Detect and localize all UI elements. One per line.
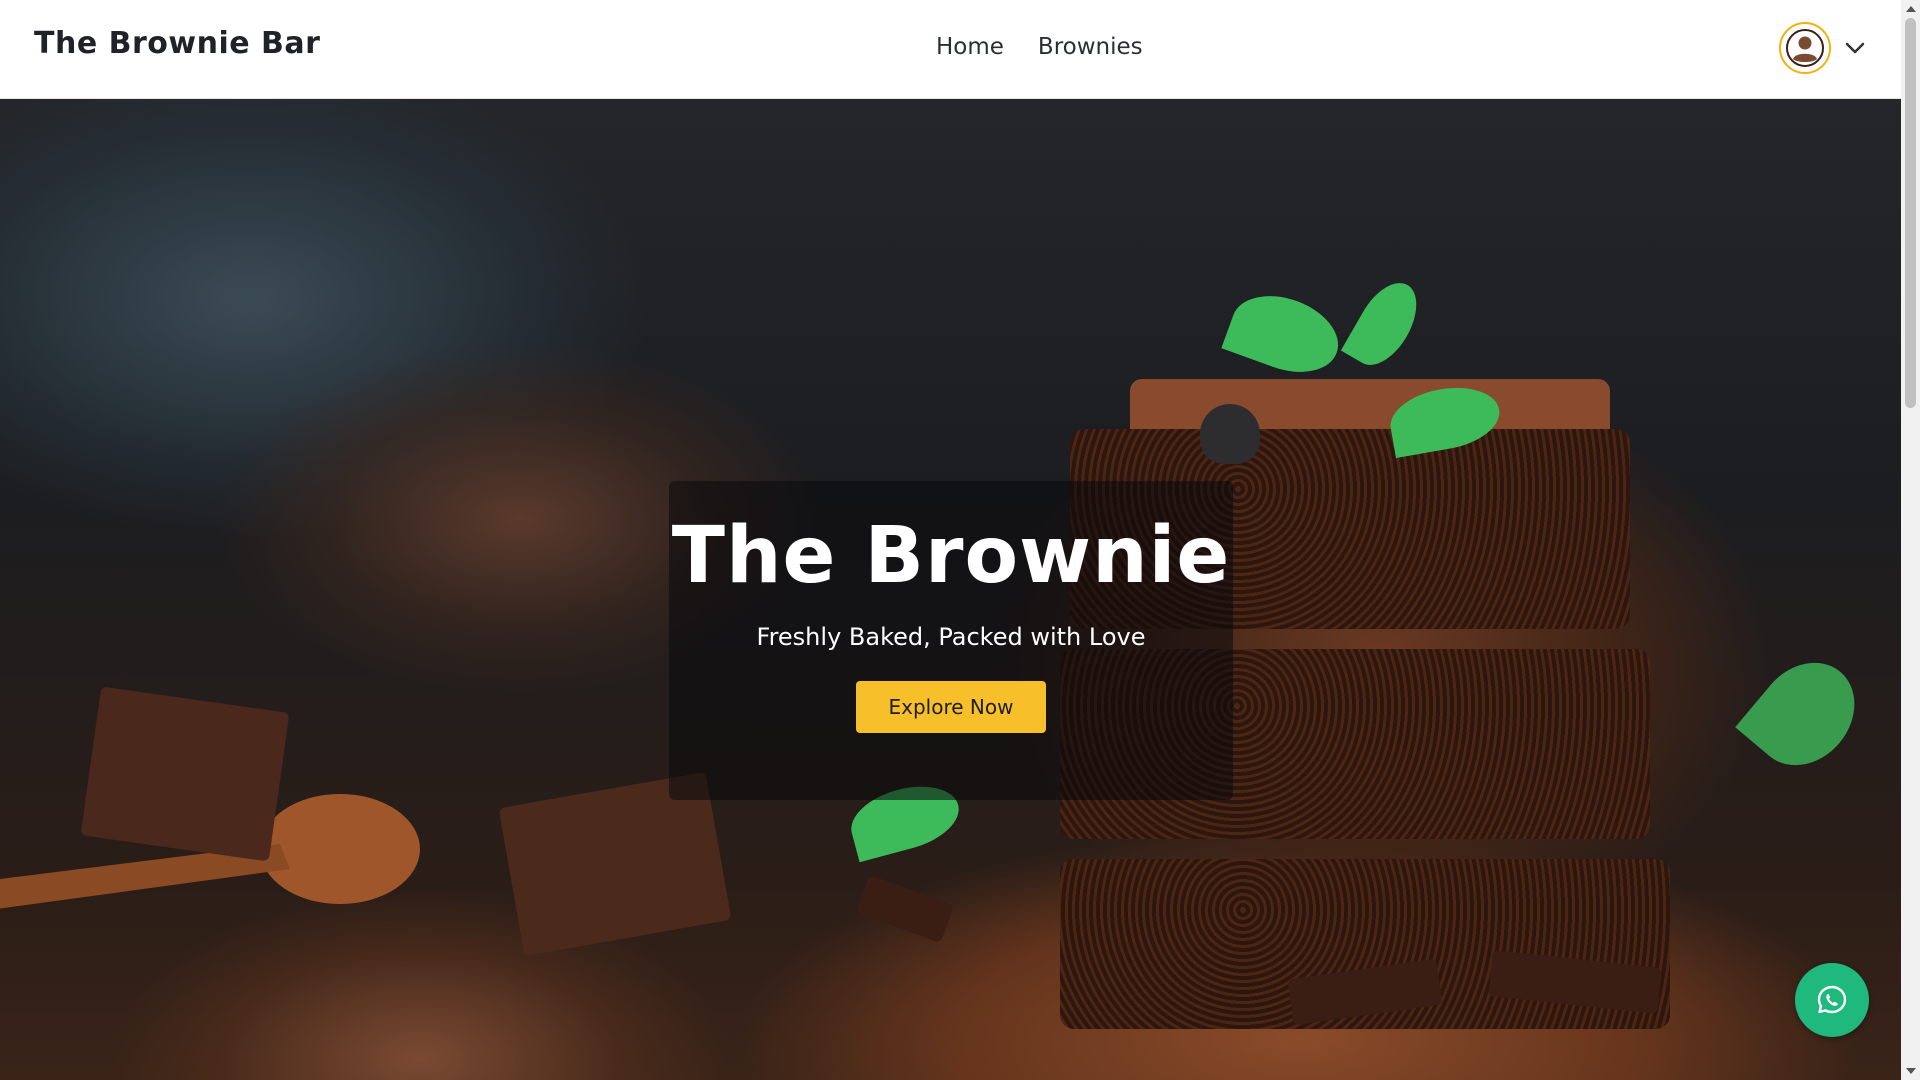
mint-leaf [1221, 282, 1349, 386]
chevron-down-icon[interactable] [1843, 36, 1867, 60]
main-nav: Home Brownies [936, 34, 1143, 60]
scroll-down-arrow-icon[interactable] [1906, 1068, 1916, 1074]
mint-leaf [1735, 642, 1875, 786]
scroll-thumb[interactable] [1905, 18, 1916, 408]
scroll-up-arrow-icon[interactable] [1906, 6, 1916, 12]
chocolate-chunk [80, 686, 290, 862]
hero-banner: The Brownie Freshly Baked, Packed with L… [0, 99, 1901, 1080]
page: The Brownie Bar Home Brownies The Browni… [0, 0, 1920, 1080]
chocolate-curl [855, 874, 955, 944]
user-circle-icon[interactable] [1779, 22, 1831, 74]
mint-leaf [1340, 272, 1430, 376]
user-menu[interactable] [1779, 22, 1867, 74]
brand-logo[interactable]: The Brownie Bar [34, 26, 320, 61]
hero-subtitle: Freshly Baked, Packed with Love [756, 623, 1146, 651]
nav-link-home[interactable]: Home [936, 34, 1004, 60]
hero-card: The Brownie Freshly Baked, Packed with L… [669, 481, 1233, 800]
chocolate-chip [1200, 404, 1260, 464]
nav-link-brownies[interactable]: Brownies [1038, 34, 1143, 60]
page-scrollbar[interactable] [1901, 0, 1920, 1080]
site-header: The Brownie Bar Home Brownies [0, 0, 1901, 99]
whatsapp-button[interactable] [1795, 963, 1869, 1037]
explore-now-button[interactable]: Explore Now [855, 681, 1047, 733]
whatsapp-icon [1817, 985, 1847, 1014]
hero-title: The Brownie [671, 511, 1231, 601]
